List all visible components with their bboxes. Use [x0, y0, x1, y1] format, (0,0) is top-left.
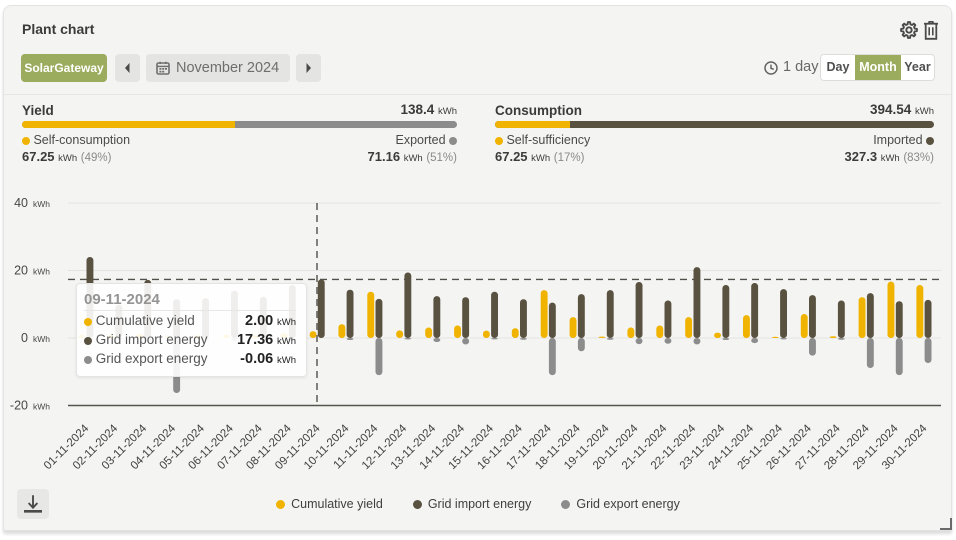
- svg-text:kWh: kWh: [33, 199, 50, 209]
- svg-text:40: 40: [14, 196, 28, 210]
- svg-text:kWh: kWh: [33, 402, 50, 412]
- svg-text:-20: -20: [10, 399, 28, 413]
- svg-text:kWh: kWh: [33, 334, 50, 344]
- svg-text:kWh: kWh: [33, 267, 50, 277]
- svg-text:20: 20: [14, 264, 28, 278]
- svg-text:0: 0: [21, 331, 28, 345]
